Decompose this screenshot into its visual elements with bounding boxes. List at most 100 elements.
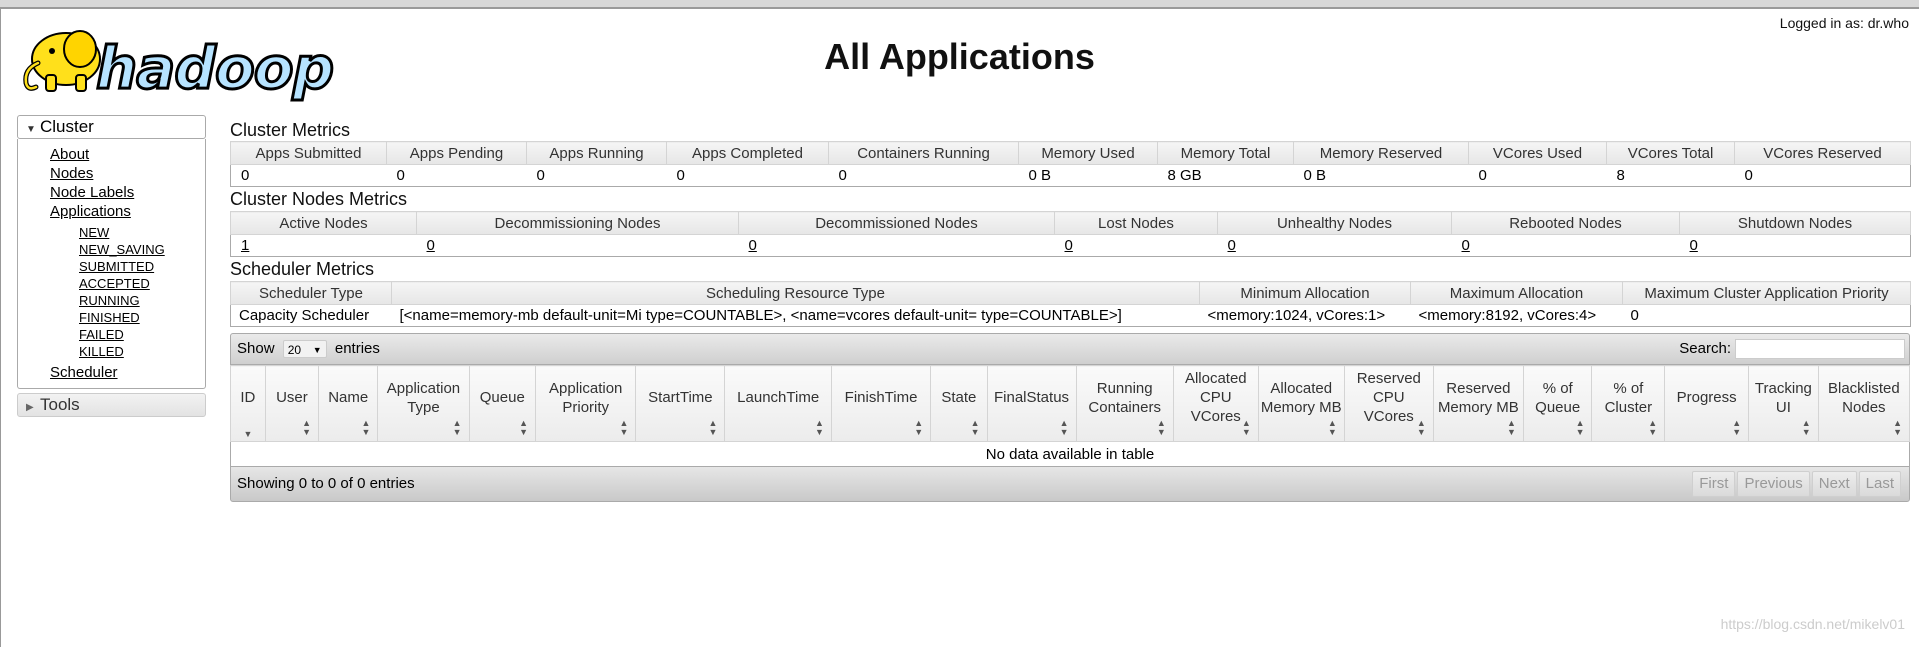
sidebar-item-node-labels[interactable]: Node Labels [50,183,205,202]
sidebar-item-nodes[interactable]: Nodes [50,164,205,183]
column-final-status[interactable]: FinalStatus ▲ ▼ [986,365,1077,442]
chevron-down-icon: ▼ [312,345,322,356]
column-application-priority[interactable]: Application Priority ▲ ▼ [535,365,637,442]
show-label: Show [237,340,275,357]
sort-icon: ▲ ▼ [1059,418,1069,437]
column-tracking-ui[interactable]: Tracking UI ▲ ▼ [1748,365,1819,442]
header-apps-submitted: Apps Submitted [230,141,387,165]
column-reserved-cpu-vcores[interactable]: Reserved CPU VCores ▲ ▼ [1343,365,1434,442]
sort-icon: ▲ ▼ [814,418,824,437]
link-shutdown-nodes[interactable]: 0 [1690,237,1698,254]
triangle-right-icon: ▶ [26,402,34,413]
column-application-type[interactable]: Application Type ▲ ▼ [377,365,470,442]
sort-icon: ▲ ▼ [1893,418,1902,437]
sidebar-item-submitted[interactable]: SUBMITTED [79,258,205,275]
cluster-accordion-body: About Nodes Node Labels Applications NEW… [17,139,206,389]
next-page-button[interactable]: Next [1811,471,1857,497]
value-containers-running: 0 [828,164,1019,187]
sidebar-item-about[interactable]: About [50,145,205,164]
sidebar-item-failed[interactable]: FAILED [79,326,205,343]
header-maximum-allocation: Maximum Allocation [1410,281,1623,305]
cluster-label: Cluster [40,117,94,136]
login-status: Logged in as: dr.who [1779,15,1909,31]
sort-icon: ▲ ▼ [519,418,529,437]
sort-icon: ▲ ▼ [1327,418,1337,437]
sidebar: ▼ Cluster About Nodes Node Labels Applica… [17,115,206,417]
column-finish-time[interactable]: FinishTime ▲ ▼ [830,365,932,442]
header-memory-used: Memory Used [1018,141,1158,165]
sidebar-item-new[interactable]: NEW [79,224,205,241]
search-label: Search: [1679,340,1731,357]
column-progress[interactable]: Progress ▲ ▼ [1664,365,1750,442]
pagination: First Previous Next Last [1690,467,1901,501]
value-apps-completed: 0 [666,164,829,187]
tools-accordion-header[interactable]: ▶ Tools [17,393,206,417]
page-length-control: Show 20 ▼ entries [237,334,380,364]
header-shutdown-nodes: Shutdown Nodes [1679,211,1911,235]
sort-icon: ▲ ▼ [708,418,718,437]
header-lost-nodes: Lost Nodes [1054,211,1218,235]
page-length-select[interactable]: 20 ▼ [282,340,327,359]
sort-icon: ▲ ▼ [1648,418,1658,437]
column-launch-time[interactable]: LaunchTime ▲ ▼ [724,365,832,442]
link-decommissioning-nodes[interactable]: 0 [427,237,435,254]
last-page-button[interactable]: Last [1858,471,1901,497]
link-rebooted-nodes[interactable]: 0 [1462,237,1470,254]
header-scheduler-type: Scheduler Type [230,281,392,305]
value-memory-total: 8 GB [1157,164,1294,187]
cluster-accordion-header[interactable]: ▼ Cluster [17,115,206,139]
column-user[interactable]: User ▲ ▼ [264,365,320,442]
first-page-button[interactable]: First [1692,471,1736,497]
sort-icon: ▲ ▼ [1506,418,1516,437]
link-lost-nodes[interactable]: 0 [1065,237,1073,254]
column-allocated-cpu-vcores[interactable]: Allocated CPU VCores ▲ ▼ [1172,365,1259,442]
sort-icon: ▲ ▼ [361,418,371,437]
column-queue[interactable]: Queue ▲ ▼ [468,365,537,442]
sidebar-item-running[interactable]: RUNNING [79,292,205,309]
header-max-cluster-app-priority: Maximum Cluster Application Priority [1622,281,1911,305]
sidebar-item-killed[interactable]: KILLED [79,343,205,360]
column-start-time[interactable]: StartTime ▲ ▼ [635,365,726,442]
previous-page-button[interactable]: Previous [1737,471,1810,497]
column-blacklisted-nodes[interactable]: Blacklisted Nodes ▲ ▼ [1817,365,1911,442]
sidebar-item-new-saving[interactable]: NEW_SAVING [79,241,205,258]
sidebar-item-finished[interactable]: FINISHED [79,309,205,326]
node-metrics-title: Cluster Nodes Metrics [230,189,408,209]
header-unhealthy-nodes: Unhealthy Nodes [1217,211,1452,235]
value-apps-running: 0 [526,164,667,187]
value-vcores-reserved: 0 [1734,164,1911,187]
header-scheduling-resource-type: Scheduling Resource Type [391,281,1200,305]
scheduler-metrics-table: Scheduler Type Scheduling Resource Type … [230,281,1911,327]
sidebar-item-accepted[interactable]: ACCEPTED [79,275,205,292]
sort-icon: ▲ ▼ [619,418,629,437]
link-active-nodes[interactable]: 1 [241,237,249,254]
sort-icon: ▲ ▼ [914,418,924,437]
header-apps-running: Apps Running [526,141,667,165]
column-percent-of-cluster[interactable]: % of Cluster ▲ ▼ [1591,365,1666,442]
value-scheduling-resource-type: [<name=memory-mb default-unit=Mi type=CO… [391,304,1200,327]
column-reserved-memory-mb[interactable]: Reserved Memory MB ▲ ▼ [1432,365,1524,442]
header-containers-running: Containers Running [828,141,1019,165]
link-unhealthy-nodes[interactable]: 0 [1228,237,1236,254]
column-allocated-memory-mb[interactable]: Allocated Memory MB ▲ ▼ [1257,365,1345,442]
value-apps-submitted: 0 [230,164,387,187]
header-active-nodes: Active Nodes [230,211,417,235]
header-vcores-used: VCores Used [1468,141,1607,165]
column-running-containers[interactable]: Running Containers ▲ ▼ [1075,365,1174,442]
header-apps-pending: Apps Pending [386,141,527,165]
column-percent-of-queue[interactable]: % of Queue ▲ ▼ [1522,365,1593,442]
sidebar-item-applications[interactable]: Applications [50,202,205,221]
column-name[interactable]: Name ▲ ▼ [318,365,379,442]
sort-icon: ▲ ▼ [1732,418,1742,437]
sidebar-item-scheduler[interactable]: Scheduler [50,363,118,382]
triangle-down-icon: ▼ [26,124,36,135]
link-decommissioned-nodes[interactable]: 0 [749,237,757,254]
sort-icon: ▲ ▼ [1156,418,1166,437]
column-id[interactable]: ID ▼ [230,365,266,442]
column-state[interactable]: State ▲ ▼ [930,365,988,442]
search-input[interactable] [1735,339,1905,360]
search-control: Search: [1679,334,1905,364]
value-memory-reserved: 0 B [1293,164,1469,187]
sort-icon: ▲ ▼ [970,418,980,437]
header-memory-reserved: Memory Reserved [1293,141,1469,165]
